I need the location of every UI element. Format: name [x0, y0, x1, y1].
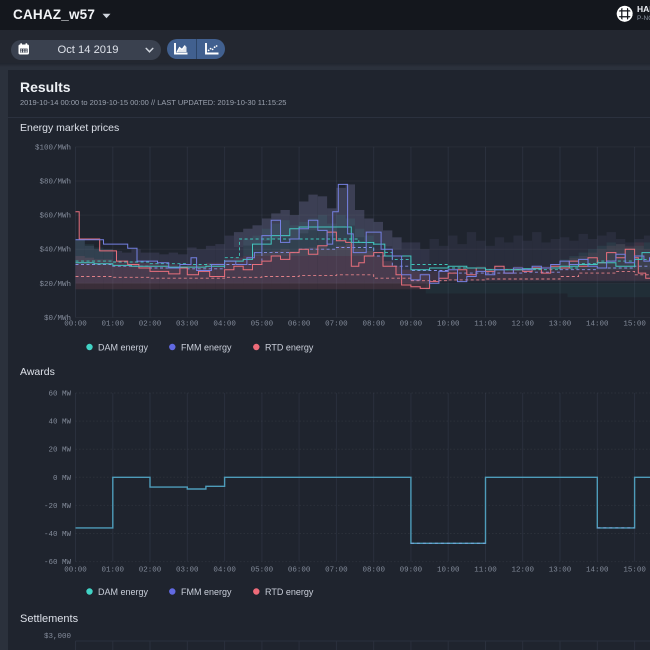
svg-text:08:00: 08:00: [362, 567, 385, 575]
svg-text:-40 MW: -40 MW: [44, 531, 72, 539]
svg-text:0 MW: 0 MW: [53, 475, 72, 483]
svg-text:15:00: 15:00: [623, 567, 646, 575]
svg-text:09:00: 09:00: [400, 567, 423, 575]
svg-text:11:00: 11:00: [474, 567, 497, 575]
svg-text:60 MW: 60 MW: [48, 391, 71, 399]
svg-text:DAM energy: DAM energy: [98, 587, 149, 597]
svg-text:07:00: 07:00: [325, 567, 348, 575]
svg-text:-20 MW: -20 MW: [44, 503, 72, 511]
svg-text:RTD energy: RTD energy: [265, 587, 314, 597]
svg-text:$3,000: $3,000: [44, 633, 72, 641]
svg-text:40 MW: 40 MW: [48, 419, 71, 427]
svg-text:12:00: 12:00: [511, 567, 534, 575]
svg-text:14:00: 14:00: [586, 567, 609, 575]
svg-text:04:00: 04:00: [213, 567, 236, 575]
svg-text:02:00: 02:00: [139, 567, 162, 575]
svg-text:13:00: 13:00: [549, 567, 572, 575]
svg-text:00:00: 00:00: [64, 567, 87, 575]
svg-text:01:00: 01:00: [102, 567, 125, 575]
svg-text:10:00: 10:00: [437, 567, 460, 575]
svg-text:03:00: 03:00: [176, 567, 199, 575]
svg-text:06:00: 06:00: [288, 567, 311, 575]
svg-text:05:00: 05:00: [251, 567, 274, 575]
svg-text:20 MW: 20 MW: [48, 447, 71, 455]
svg-text:FMM energy: FMM energy: [181, 587, 232, 597]
